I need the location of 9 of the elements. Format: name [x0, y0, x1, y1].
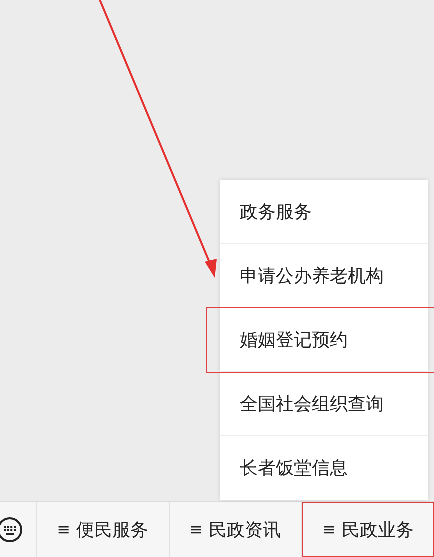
menu-item[interactable]: 申请公办养老机构	[220, 244, 428, 308]
menu-item[interactable]: 全国社会组织查询	[220, 372, 428, 436]
menu-item[interactable]: 长者饭堂信息	[220, 436, 428, 500]
menu-tab[interactable]: ≡ 民政资讯	[170, 502, 302, 557]
menu-tab[interactable]: ≡ 民政业务	[302, 502, 434, 557]
menu-item[interactable]: 政务服务	[220, 180, 428, 244]
keyboard-icon[interactable]	[0, 516, 23, 542]
menu-item[interactable]: 婚姻登记预约	[207, 308, 434, 372]
menu-tab[interactable]: ≡ 便民服务	[37, 502, 170, 557]
